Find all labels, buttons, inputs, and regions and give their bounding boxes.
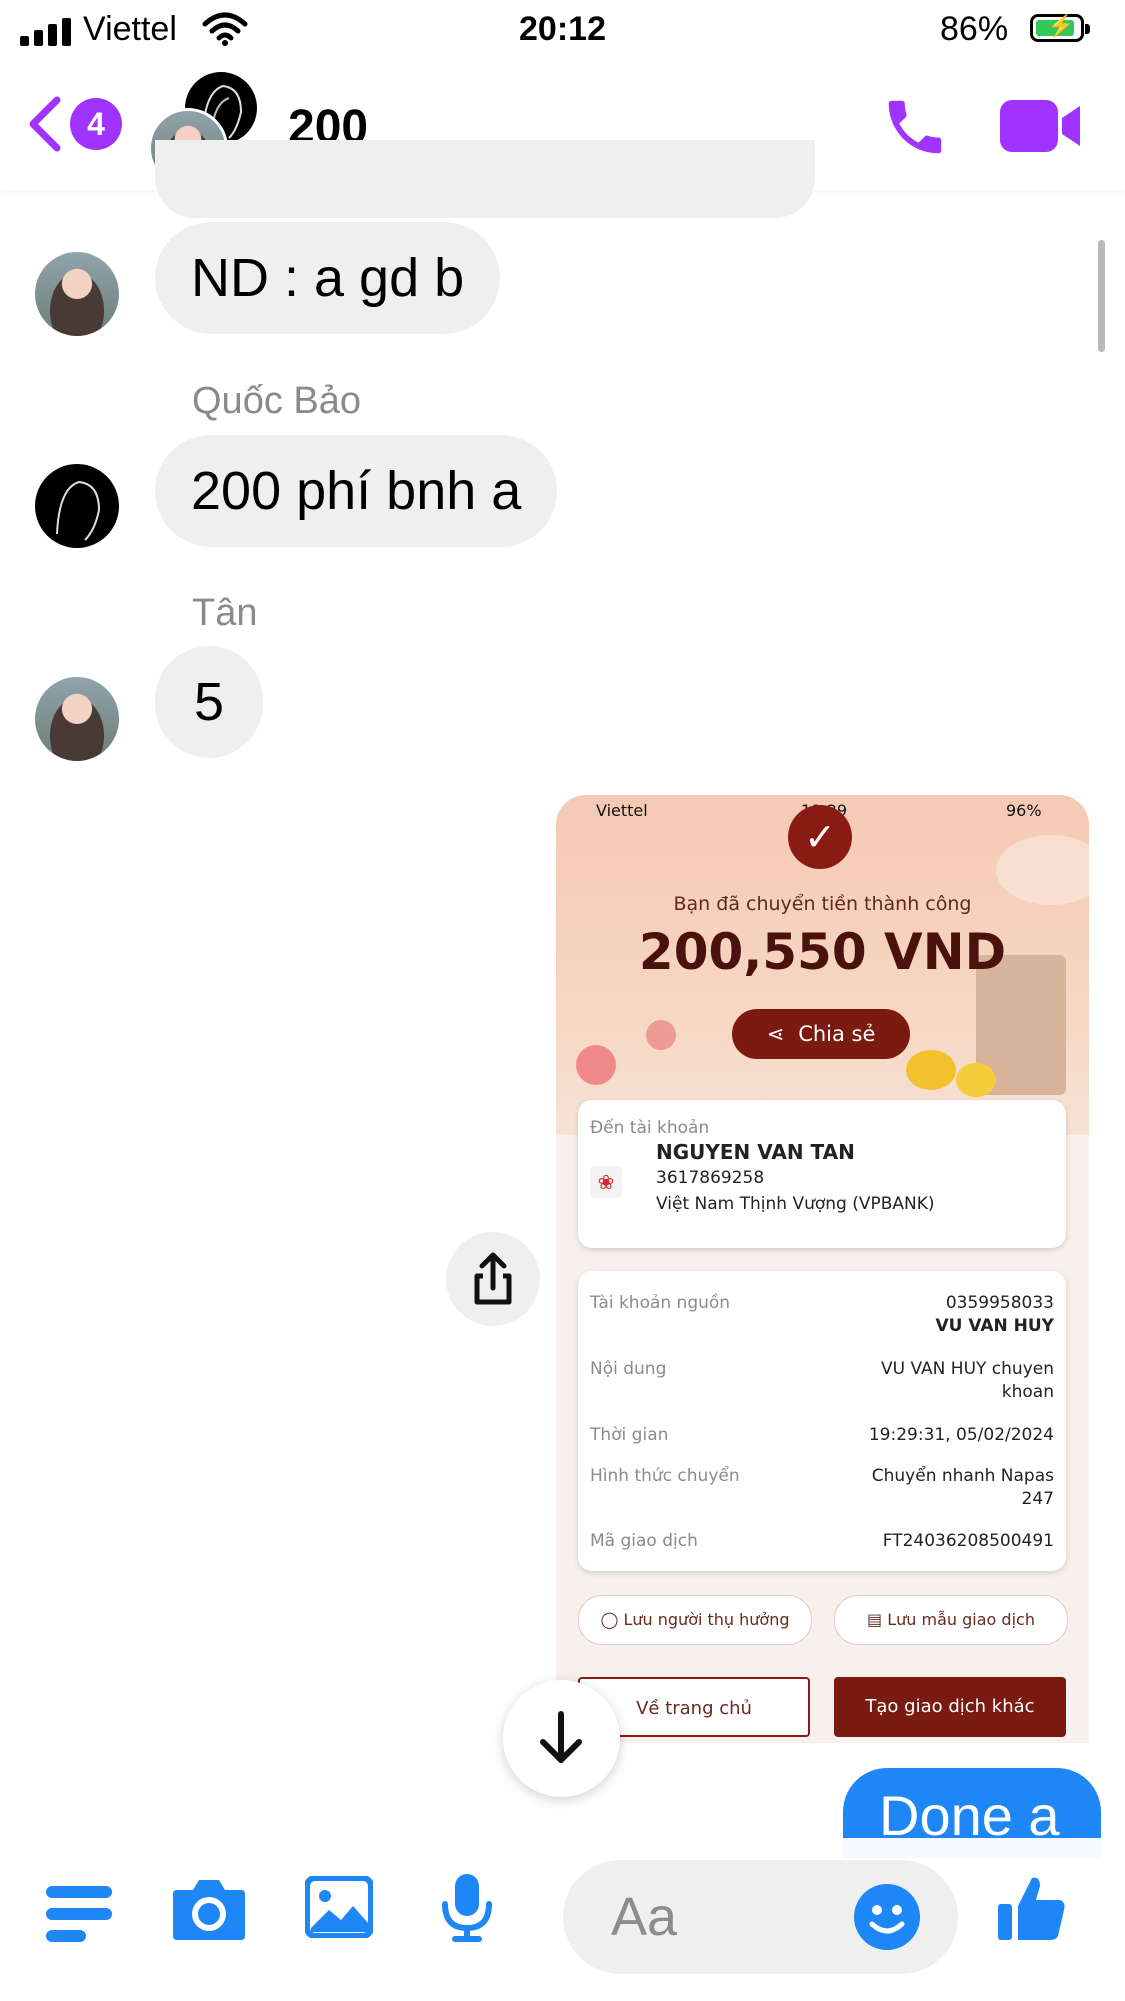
detail-label: Hình thức chuyển: [590, 1466, 740, 1486]
save-template-label: Lưu mẫu giao dịch: [887, 1610, 1035, 1629]
message-bubble[interactable]: 5: [155, 646, 263, 758]
battery-percent: 86%: [940, 10, 1009, 48]
sender-name: Quốc Bảo: [192, 380, 361, 422]
avatar[interactable]: [35, 464, 119, 548]
save-beneficiary-button: ◯ Lưu người thụ hưởng: [578, 1595, 812, 1645]
transfer-amount: 200,550 VND: [638, 923, 1007, 981]
share-icon: ⋖: [766, 1022, 785, 1046]
like-icon[interactable]: [996, 1872, 1068, 1949]
new-transaction-button: Tạo giao dịch khác: [834, 1677, 1066, 1737]
message-bubble[interactable]: 200 phí bnh a: [155, 435, 558, 547]
detail-label: Thời gian: [590, 1425, 669, 1445]
input-placeholder: Aa: [611, 1887, 678, 1947]
detail-value: Chuyển nhanh Napas: [871, 1466, 1054, 1486]
detail-value-line2: VU VAN HUY: [935, 1316, 1054, 1336]
share-button: ⋖ Chia sẻ: [732, 1009, 910, 1059]
destination-name: NGUYEN VAN TAN: [656, 1140, 855, 1164]
share-button[interactable]: [446, 1232, 540, 1326]
avatar[interactable]: [35, 677, 119, 761]
unread-badge: 4: [70, 98, 122, 150]
detail-value-line2: 247: [1021, 1489, 1054, 1509]
camera-icon[interactable]: [171, 1876, 247, 1947]
save-template-button: ▤ Lưu mẫu giao dịch: [834, 1595, 1068, 1645]
save-beneficiary-label: Lưu người thụ hưởng: [623, 1610, 790, 1629]
detail-value-line2: khoan: [1001, 1382, 1054, 1402]
back-button[interactable]: [25, 94, 65, 159]
message-composer: Aa: [0, 1838, 1125, 2001]
destination-label: Đến tài khoản: [590, 1118, 710, 1138]
bank-logo-icon: ❀: [590, 1166, 622, 1198]
detail-label: Mã giao dịch: [590, 1531, 698, 1551]
phone-call-icon[interactable]: [880, 92, 950, 167]
detail-value: VU VAN HUY chuyen: [881, 1359, 1054, 1379]
destination-bank: Việt Nam Thịnh Vượng (VPBANK): [656, 1194, 935, 1214]
destination-account-card: Đến tài khoản ❀ NGUYEN VAN TAN 361786925…: [578, 1100, 1066, 1248]
success-message: Bạn đã chuyển tiền thành công: [673, 893, 972, 915]
menu-icon[interactable]: [46, 1884, 112, 1951]
status-bar: Viettel 20:12 86% ⚡: [0, 0, 1125, 62]
scroll-to-bottom-button[interactable]: [503, 1680, 620, 1797]
battery-icon: ⚡: [1030, 13, 1090, 42]
shared-image-receipt[interactable]: Viettel 19:29 96% ✓ Bạn đã chuyển tiền t…: [556, 795, 1089, 1743]
microphone-icon[interactable]: [440, 1872, 494, 1949]
success-check-icon: ✓: [788, 805, 852, 869]
gallery-icon[interactable]: [304, 1875, 374, 1943]
transaction-details-card: Tài khoản nguồn 0359958033 VU VAN HUY Nộ…: [578, 1271, 1066, 1571]
video-call-icon[interactable]: [1000, 100, 1082, 157]
previous-message-bubble: [155, 140, 815, 218]
detail-value: FT24036208500491: [882, 1531, 1054, 1551]
sender-name: Tân: [192, 592, 258, 634]
detail-value: 0359958033: [945, 1293, 1054, 1313]
document-icon: ▤: [867, 1610, 888, 1629]
destination-account-number: 3617869258: [656, 1168, 765, 1188]
emoji-icon[interactable]: [853, 1883, 921, 1956]
receipt-battery: 96%: [1006, 801, 1042, 820]
scrollbar[interactable]: [1098, 240, 1105, 352]
message-input[interactable]: Aa: [563, 1860, 958, 1974]
detail-label: Nội dung: [590, 1359, 667, 1379]
avatar[interactable]: [35, 252, 119, 336]
detail-value: 19:29:31, 05/02/2024: [868, 1425, 1054, 1445]
share-label: Chia sẻ: [798, 1022, 876, 1046]
receipt-carrier: Viettel: [596, 801, 648, 820]
message-bubble[interactable]: ND : a gd b: [155, 222, 501, 334]
detail-label: Tài khoản nguồn: [590, 1293, 731, 1313]
user-icon: ◯: [600, 1610, 624, 1629]
